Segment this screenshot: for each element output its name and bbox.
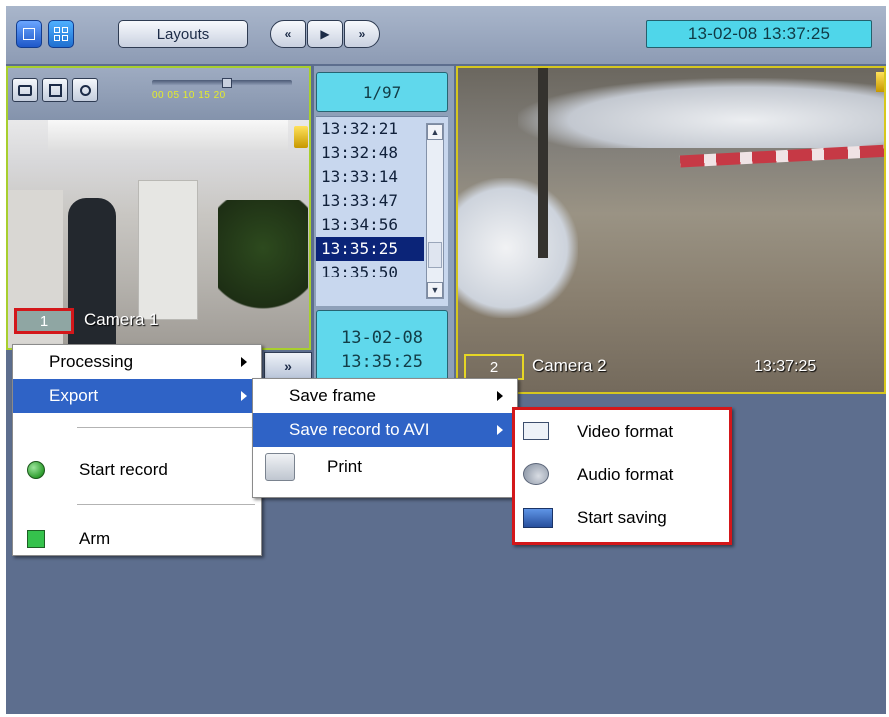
camera-1-toolbar: 00 05 10 15 20: [8, 68, 309, 120]
menu-separator: [77, 427, 255, 428]
menu-item-save-record-avi[interactable]: Save record to AVI: [253, 413, 517, 447]
time-list-item[interactable]: 13:35:50: [316, 261, 424, 277]
menu-item-label: Start record: [79, 460, 168, 479]
fast-forward-button[interactable]: »: [344, 20, 380, 48]
save-frame-button[interactable]: [42, 78, 68, 102]
menu-item-start-saving[interactable]: Start saving: [515, 496, 729, 539]
time-list-item[interactable]: 13:34:56: [316, 213, 424, 237]
menu-item-processing[interactable]: Processing: [13, 345, 261, 379]
menu-item-export[interactable]: Export: [13, 379, 261, 413]
camera-2-speaker-icon[interactable]: [876, 72, 884, 92]
zoom-button[interactable]: [72, 78, 98, 102]
camera-1-speaker-icon[interactable]: [294, 126, 308, 148]
camera-1-next-button[interactable]: »: [264, 352, 312, 380]
time-list-item[interactable]: 13:32:48: [316, 141, 424, 165]
grid-layout-button[interactable]: [48, 20, 74, 48]
start-saving-icon: [523, 508, 553, 528]
submenu-arrow-icon: [497, 425, 503, 435]
submenu-arrow-icon: [241, 391, 247, 401]
menu-item-label: Arm: [79, 529, 111, 548]
camera-2-panel[interactable]: 2 Camera 2 13:37:25: [456, 66, 886, 394]
ceiling: [48, 120, 288, 150]
menu-item-label: Video format: [577, 422, 674, 441]
camera-2-number-badge[interactable]: 2: [464, 354, 524, 380]
scroll-up-icon[interactable]: ▲: [427, 124, 443, 140]
time-list-item[interactable]: 13:33:47: [316, 189, 424, 213]
archive-date: 13-02-08: [341, 328, 423, 348]
menu-item-video-format[interactable]: Video format: [515, 410, 729, 453]
playback-nav-group: « ▶ »: [270, 20, 380, 48]
export-submenu: Save frame Save record to AVI Print: [252, 378, 518, 498]
grid-layout-icon: [54, 27, 68, 41]
archive-time-panel: 1/97 13:32:21 13:32:48 13:33:14 13:33:47…: [314, 66, 454, 396]
snow-bank: [518, 78, 884, 148]
record-icon: [27, 461, 45, 479]
print-frame-button[interactable]: [12, 78, 38, 102]
camera-context-menu: Processing Export Start record Arm: [12, 344, 262, 556]
camera-2-timestamp: 13:37:25: [754, 358, 817, 375]
menu-item-label: Save record to AVI: [289, 420, 430, 439]
scroll-thumb[interactable]: [428, 242, 442, 268]
save-avi-submenu: Video format Audio format Start saving: [512, 407, 732, 545]
menu-separator: [77, 504, 255, 505]
menu-item-save-frame[interactable]: Save frame: [253, 379, 517, 413]
single-layout-button[interactable]: [16, 20, 42, 48]
time-list-item[interactable]: 13:32:21: [316, 117, 424, 141]
video-format-icon: [523, 422, 549, 440]
archive-time: 13:35:25: [341, 352, 423, 372]
rewind-button[interactable]: «: [270, 20, 306, 48]
audio-format-icon: [523, 463, 549, 485]
main-toolbar: Layouts « ▶ » 13-02-08 13:37:25: [6, 6, 886, 64]
menu-item-arm[interactable]: Arm: [13, 511, 261, 567]
current-datetime-display: 13-02-08 13:37:25: [646, 20, 872, 48]
submenu-arrow-icon: [241, 357, 247, 367]
magnifier-icon: [79, 84, 91, 96]
menu-item-label: Processing: [49, 352, 134, 371]
plant: [218, 200, 308, 320]
printer-icon: [265, 453, 295, 481]
camera-1-panel[interactable]: 00 05 10 15 20 1 Camera 1: [6, 66, 311, 350]
layouts-button[interactable]: Layouts: [118, 20, 248, 48]
scroll-down-icon[interactable]: ▼: [427, 282, 443, 298]
time-list-item-selected[interactable]: 13:35:25: [316, 237, 424, 261]
time-list-scrollbar[interactable]: ▲ ▼: [426, 123, 444, 299]
menu-item-label: Start saving: [577, 508, 667, 527]
arm-icon: [27, 530, 45, 548]
record-counter: 1/97: [316, 72, 448, 112]
time-list[interactable]: 13:32:21 13:32:48 13:33:14 13:33:47 13:3…: [316, 116, 448, 306]
camera-2-name: Camera 2: [532, 356, 607, 375]
camera-1-name: Camera 1: [84, 310, 159, 329]
play-button[interactable]: ▶: [307, 20, 343, 48]
snow-pile: [458, 178, 578, 318]
menu-item-label: Print: [327, 457, 362, 476]
floppy-icon: [48, 83, 62, 97]
menu-item-start-record[interactable]: Start record: [13, 442, 261, 498]
pole: [538, 68, 548, 258]
menu-item-label: Export: [49, 386, 99, 405]
submenu-arrow-icon: [497, 391, 503, 401]
menu-item-label: Save frame: [289, 386, 376, 405]
door: [138, 180, 198, 320]
menu-item-audio-format[interactable]: Audio format: [515, 453, 729, 496]
menu-item-print[interactable]: Print: [253, 447, 517, 487]
speed-scale-labels: 00 05 10 15 20: [152, 90, 226, 101]
menu-item-label: Audio format: [577, 465, 674, 484]
printer-icon: [18, 84, 32, 96]
video-surveillance-app: Layouts « ▶ » 13-02-08 13:37:25 00 05 10…: [6, 6, 886, 714]
speed-knob[interactable]: [222, 78, 232, 88]
playback-speed-slider[interactable]: 00 05 10 15 20: [152, 78, 292, 104]
single-layout-icon: [23, 28, 35, 40]
time-list-item[interactable]: 13:33:14: [316, 165, 424, 189]
camera-1-number-badge[interactable]: 1: [14, 308, 74, 334]
